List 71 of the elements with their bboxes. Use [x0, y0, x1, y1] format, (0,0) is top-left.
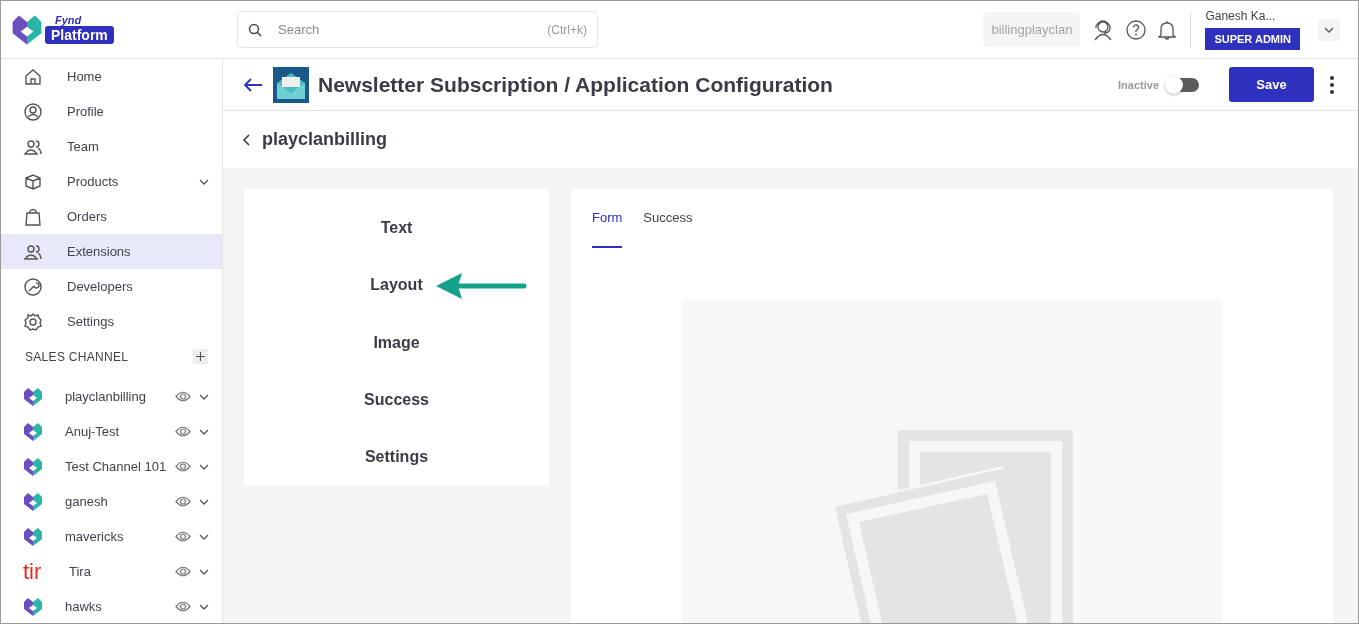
chevron-down-icon [199, 178, 209, 185]
nav-item[interactable]: Extensions [1, 234, 222, 269]
nav-item[interactable]: Developers [1, 269, 222, 304]
chevron-down-icon [1324, 26, 1334, 33]
section-title: SALES CHANNEL [25, 349, 129, 364]
brand-badge: Platform [45, 26, 114, 44]
menu-item[interactable]: Success [364, 390, 429, 409]
active-toggle[interactable] [1167, 77, 1199, 92]
envelope-icon [273, 66, 309, 103]
brand-name: Fynd [55, 15, 82, 26]
chevron-down-icon [199, 463, 209, 470]
chevron-down-icon [199, 533, 209, 540]
eye-icon[interactable] [175, 531, 191, 542]
channel-name[interactable]: Tira [69, 564, 175, 579]
channel-logo-icon [23, 386, 43, 407]
box-icon [23, 171, 43, 192]
eye-icon[interactable] [175, 601, 191, 612]
page-title: Newsletter Subscription / Application Configuration [318, 72, 833, 97]
shortcut-hint: (Ctrl+k) [547, 22, 587, 37]
channel-name[interactable]: hawks [65, 599, 175, 614]
channel-name[interactable]: Test Channel 101 [65, 459, 175, 474]
menu-item[interactable]: Image [373, 333, 420, 352]
eye-icon[interactable] [175, 426, 191, 437]
channel-logo-icon [23, 421, 43, 442]
channel-logo: tir [23, 559, 43, 584]
chevron-down-icon [199, 603, 209, 610]
logo-icon [11, 13, 43, 46]
save-button[interactable]: Save [1229, 67, 1314, 102]
add-button[interactable] [193, 349, 208, 364]
profile-icon [23, 101, 43, 122]
channel-logo-icon [23, 526, 43, 547]
nav-item[interactable]: Home [1, 59, 222, 94]
settings-icon [23, 311, 43, 332]
wrench-icon [23, 276, 43, 297]
bell-icon[interactable] [1158, 19, 1177, 40]
nav-item[interactable]: Team [1, 129, 222, 164]
channel-name[interactable]: playclanbilling [65, 389, 175, 404]
channel-name[interactable]: mavericks [65, 529, 175, 544]
home-icon [23, 66, 43, 87]
bag-icon [23, 206, 43, 227]
channel-name[interactable]: Anuj-Test [65, 424, 175, 439]
menu-item[interactable]: Settings [364, 448, 429, 467]
channel-logo-icon [23, 456, 43, 477]
tab[interactable]: Success [643, 189, 693, 248]
chevron-down-icon [199, 568, 209, 575]
help-icon[interactable] [1126, 19, 1147, 40]
chevron-down-icon [199, 428, 209, 435]
status-label: Inactive [1118, 78, 1159, 91]
role-badge: SUPER ADMIN [1205, 28, 1300, 50]
nav-item[interactable]: Settings [1, 304, 222, 339]
eye-icon[interactable] [175, 461, 191, 472]
more-icon[interactable] [1330, 75, 1334, 94]
channel-logo-icon [23, 596, 43, 617]
breadcrumb: playclanbilling [262, 129, 388, 150]
nav-item[interactable]: Orders [1, 199, 222, 234]
eye-icon[interactable] [175, 496, 191, 507]
user-name: Ganesh Ka... [1205, 9, 1277, 23]
channel-logo-icon [23, 491, 43, 512]
search-icon [248, 22, 262, 37]
chevron-left-icon[interactable] [243, 133, 250, 146]
back-arrow-icon[interactable] [243, 76, 263, 93]
eye-icon[interactable] [175, 566, 191, 577]
menu-item[interactable]: Layout [370, 276, 423, 295]
nav-item[interactable]: Products [1, 164, 222, 199]
nav-item[interactable]: Profile [1, 94, 222, 129]
channel-name[interactable]: ganesh [65, 494, 175, 509]
eye-icon[interactable] [175, 391, 191, 402]
menu-item[interactable]: Text [380, 218, 413, 237]
chevron-down-icon [199, 393, 209, 400]
tab[interactable]: Form [592, 189, 623, 248]
chevron-down-icon [199, 498, 209, 505]
